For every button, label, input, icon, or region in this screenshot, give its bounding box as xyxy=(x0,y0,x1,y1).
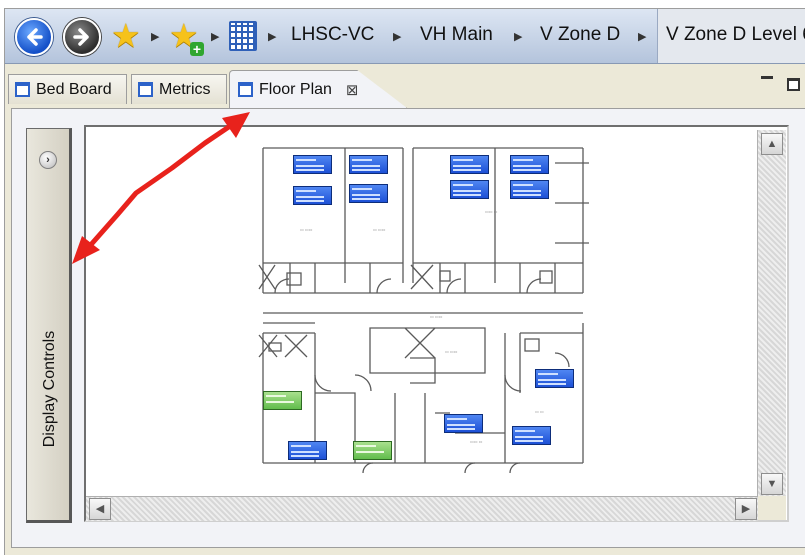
window-icon xyxy=(15,82,30,97)
chevron-right-icon[interactable]: › xyxy=(39,151,57,169)
svg-text:▭ ▭▭: ▭ ▭▭ xyxy=(445,349,458,354)
svg-text:▭▭ ▭: ▭▭ ▭ xyxy=(485,209,498,214)
display-controls-panel[interactable]: › Display Controls xyxy=(26,128,72,523)
breadcrumb-lhsc-vc[interactable]: LHSC-VC xyxy=(291,24,374,46)
building-icon[interactable] xyxy=(229,21,257,51)
minimize-icon[interactable] xyxy=(761,76,773,79)
scroll-down-button[interactable]: ▼ xyxy=(761,473,783,495)
breadcrumb-v-zone-d-level-6: V Zone D Level 6 xyxy=(666,24,805,45)
forward-arrow-icon[interactable] xyxy=(63,18,101,56)
svg-text:▭▭ ▭: ▭▭ ▭ xyxy=(470,439,483,444)
bed-marker[interactable] xyxy=(293,155,332,174)
floor-plan-drawing[interactable]: ▭ ▭▭ ▭ ▭▭ ▭▭ ▭ ▭ ▭▭ ▭ ▭▭ ▭▭ ▭ ▭ ▭ xyxy=(255,143,590,488)
scroll-left-button[interactable]: ◀ xyxy=(89,498,111,520)
vertical-scrollbar[interactable] xyxy=(757,130,786,496)
breadcrumb-separator[interactable]: ▶ xyxy=(268,30,276,43)
svg-text:▭ ▭▭: ▭ ▭▭ xyxy=(373,227,386,232)
bed-marker[interactable] xyxy=(510,180,549,199)
breadcrumb-separator[interactable]: ▶ xyxy=(514,30,522,43)
tab-bar: Bed Board Metrics Floor Plan ⊠ xyxy=(5,64,805,108)
tab-label: Floor Plan xyxy=(259,80,332,98)
bed-marker[interactable] xyxy=(349,155,388,174)
breadcrumb-current[interactable]: V Zone D Level 6 xyxy=(657,9,805,63)
bed-marker[interactable] xyxy=(512,426,551,445)
maximize-icon[interactable] xyxy=(787,78,800,91)
scroll-up-button[interactable]: ▲ xyxy=(761,133,783,155)
breadcrumb-separator[interactable]: ▶ xyxy=(393,30,401,43)
breadcrumb-separator[interactable]: ▶ xyxy=(638,30,646,43)
tab-bed-board[interactable]: Bed Board xyxy=(8,74,127,104)
bed-marker[interactable] xyxy=(349,184,388,203)
tab-label: Bed Board xyxy=(36,80,112,98)
bed-marker[interactable] xyxy=(450,155,489,174)
close-icon[interactable]: ⊠ xyxy=(346,81,359,99)
breadcrumb-vh-main[interactable]: VH Main xyxy=(420,24,493,46)
window-icon xyxy=(238,82,253,97)
tab-metrics[interactable]: Metrics xyxy=(131,74,227,104)
star-icon[interactable]: ★ xyxy=(111,19,141,52)
navigation-toolbar: ★ ▶ ★ + ▶ ▶ LHSC-VC ▶ VH Main ▶ V Zone D… xyxy=(5,9,805,64)
breadcrumb-v-zone-d[interactable]: V Zone D xyxy=(540,24,620,46)
display-controls-label: Display Controls xyxy=(41,330,58,448)
tab-label: Metrics xyxy=(159,80,211,98)
scroll-right-button[interactable]: ▶ xyxy=(735,498,757,520)
dropdown-arrow-icon[interactable]: ▶ xyxy=(151,30,159,43)
horizontal-scrollbar[interactable] xyxy=(86,496,758,521)
svg-text:▭ ▭▭: ▭ ▭▭ xyxy=(430,314,443,319)
svg-text:▭ ▭: ▭ ▭ xyxy=(535,409,544,414)
bed-marker[interactable] xyxy=(510,155,549,174)
plus-icon: + xyxy=(190,42,204,56)
back-arrow-icon[interactable] xyxy=(15,18,53,56)
bed-marker[interactable] xyxy=(444,414,483,433)
bed-marker[interactable] xyxy=(293,186,332,205)
window-icon xyxy=(138,82,153,97)
dropdown-arrow-icon[interactable]: ▶ xyxy=(211,30,219,43)
bed-marker-available[interactable] xyxy=(263,391,302,410)
bed-marker[interactable] xyxy=(450,180,489,199)
svg-text:▭ ▭▭: ▭ ▭▭ xyxy=(300,227,313,232)
tab-floor-plan[interactable]: Floor Plan ⊠ xyxy=(229,70,407,108)
bed-marker[interactable] xyxy=(535,369,574,388)
bed-marker-available[interactable] xyxy=(353,441,392,460)
bed-marker[interactable] xyxy=(288,441,327,460)
scroll-corner xyxy=(758,496,786,520)
